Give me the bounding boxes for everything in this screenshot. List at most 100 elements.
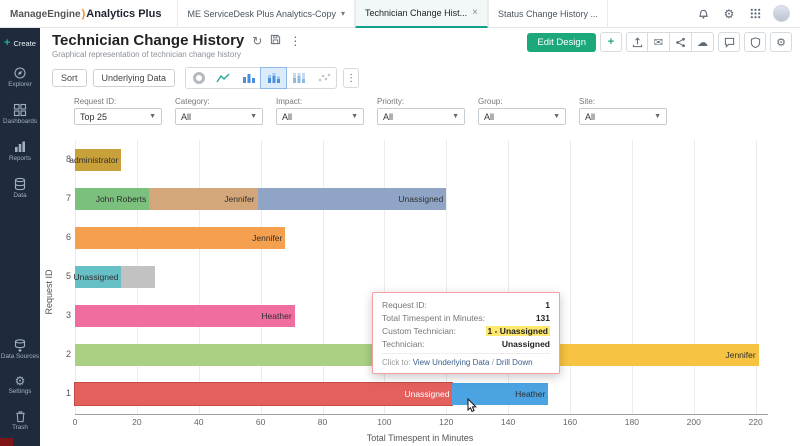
close-icon[interactable]: ×	[472, 7, 478, 18]
priority-select[interactable]: All ▼	[377, 108, 465, 125]
bar-segment[interactable]: administrator	[69, 148, 122, 171]
tab-technician-change-history[interactable]: Technician Change Hist... ×	[355, 0, 488, 28]
save-icon[interactable]	[270, 34, 281, 47]
bar-segment[interactable]: Unassigned	[257, 187, 447, 210]
gridline	[693, 140, 695, 414]
bar-segment-label: Jennifer	[252, 232, 283, 243]
y-category-label: 7	[65, 192, 71, 203]
sidebar-item-label: Explorer	[8, 81, 32, 88]
bottom-left-artifact	[0, 438, 13, 446]
tab-servicedesk-copy[interactable]: ME ServiceDesk Plus Analytics-Copy ▾	[177, 0, 356, 28]
app-logo: ManageEngine ) Analytics Plus	[0, 8, 171, 20]
bar-row: Jennifer	[75, 226, 286, 249]
tooltip-row: Custom Technician: 1 - Unassigned	[382, 326, 550, 336]
x-tick-label: 180	[624, 417, 639, 427]
request-id-select[interactable]: Top 25 ▼	[74, 108, 162, 125]
sort-button[interactable]: Sort	[52, 69, 87, 87]
gridline	[631, 140, 633, 414]
bar-segment[interactable]: Heather	[75, 305, 295, 328]
scatter-chart-icon[interactable]	[311, 68, 336, 88]
tooltip-label: Technician:	[382, 339, 425, 349]
sidebar-item-trash[interactable]: Trash	[0, 410, 40, 432]
sidebar-item-data[interactable]: Data	[0, 177, 40, 200]
underlying-data-button[interactable]: Underlying Data	[92, 69, 176, 87]
sidebar-item-dashboards[interactable]: Dashboards	[0, 103, 40, 126]
y-category-label: 1	[65, 388, 71, 399]
comment-icon[interactable]	[718, 32, 740, 52]
trash-icon	[15, 411, 25, 423]
tab-label: Status Change History ...	[497, 8, 598, 19]
x-tick-label: 120	[439, 417, 454, 427]
header-actions: Edit Design + ✉ ☁ ⚙	[527, 32, 792, 52]
tab-status-change-history[interactable]: Status Change History ...	[487, 0, 608, 28]
stacked-bar-chart-icon[interactable]	[260, 67, 288, 89]
filter-site: Site: All ▼	[579, 97, 667, 125]
avatar[interactable]	[773, 5, 790, 22]
more-chart-types-icon[interactable]: ⋮	[343, 68, 360, 88]
bar-segment[interactable]: Jennifer	[75, 226, 286, 249]
filter-label: Priority:	[377, 97, 405, 106]
bar-row: Heather	[75, 305, 295, 328]
sidebar-item-reports[interactable]: Reports	[0, 140, 40, 163]
bar-segment-label: Jennifer	[224, 193, 255, 204]
edit-design-button[interactable]: Edit Design	[527, 32, 596, 52]
y-category-label: 2	[65, 349, 71, 360]
bar-segment[interactable]: Jennifer	[149, 187, 258, 210]
more-options-icon[interactable]: ⋮	[289, 35, 301, 47]
gear-icon[interactable]: ⚙	[721, 6, 737, 22]
email-icon[interactable]: ✉	[648, 32, 670, 52]
bar-segment[interactable]: Unassigned	[73, 266, 122, 288]
line-chart-icon[interactable]	[211, 68, 236, 88]
bar-segment-label: Unassigned	[73, 272, 119, 282]
topbar: ManageEngine ) Analytics Plus ME Service…	[0, 0, 800, 28]
category-select[interactable]: All ▼	[175, 108, 263, 125]
tab-label: Technician Change Hist...	[365, 7, 468, 18]
export-icon[interactable]	[626, 32, 648, 52]
filter-category: Category: All ▼	[175, 97, 263, 125]
publish-cloud-icon[interactable]: ☁	[692, 32, 714, 52]
filters-bar: Request ID: Top 25 ▼ Category: All ▼ Impac…	[74, 97, 800, 125]
share-icon[interactable]	[670, 32, 692, 52]
tooltip-footer-prefix: Click to:	[382, 358, 411, 367]
create-button[interactable]: + Create	[4, 37, 36, 49]
bar-segment[interactable]: Unassigned	[73, 382, 454, 407]
chevron-down-icon[interactable]: ▾	[341, 9, 345, 18]
impact-select[interactable]: All ▼	[276, 108, 364, 125]
settings-icon[interactable]: ⚙	[770, 32, 792, 52]
bar-segment[interactable]: John Roberts	[75, 187, 150, 210]
filter-priority: Priority: All ▼	[377, 97, 465, 125]
view-underlying-data-link[interactable]: View Underlying Data	[413, 358, 490, 367]
bar-row: John Roberts Jennifer Unassigned	[75, 187, 447, 210]
filter-value: All	[585, 111, 596, 122]
y-category-label: 5	[65, 271, 71, 281]
doughnut-chart-icon[interactable]	[186, 68, 211, 88]
sidebar-item-explorer[interactable]: Explorer	[0, 66, 40, 89]
x-tick-label: 160	[562, 417, 578, 427]
bar-chart-icon[interactable]	[236, 68, 261, 88]
x-tick-label: 40	[194, 417, 204, 427]
gridline	[198, 140, 200, 414]
tooltip-label: Total Timespent in Minutes:	[382, 313, 485, 323]
group-select[interactable]: All ▼	[478, 108, 566, 125]
workspace-tabs: ME ServiceDesk Plus Analytics-Copy ▾ Tec…	[177, 0, 608, 28]
site-select[interactable]: All ▼	[579, 108, 667, 125]
page-title: Technician Change History	[52, 32, 245, 49]
apps-grid-icon[interactable]	[747, 6, 763, 22]
add-icon[interactable]: +	[600, 32, 622, 52]
sidebar: + Create Explorer Dashboards Reports Dat…	[0, 28, 40, 446]
stacked-100-bar-chart-icon[interactable]	[286, 68, 311, 88]
report-header: Technician Change History ↻ ⋮ Graphical …	[40, 28, 800, 64]
plus-icon: +	[4, 37, 11, 49]
drill-down-link[interactable]: Drill Down	[496, 358, 532, 367]
alerts-icon[interactable]	[744, 32, 766, 52]
tab-label: ME ServiceDesk Plus Analytics-Copy	[187, 8, 337, 19]
sidebar-item-settings[interactable]: ⚙ Settings	[0, 375, 40, 396]
sidebar-item-label: Dashboards	[3, 117, 37, 125]
sidebar-item-data-sources[interactable]: Data Sources	[0, 338, 40, 361]
chevron-down-icon: ▼	[351, 113, 358, 120]
refresh-icon[interactable]: ↻	[252, 35, 262, 47]
settings-gear-icon: ⚙	[14, 374, 26, 389]
bar-segment[interactable]	[121, 266, 156, 288]
bell-icon[interactable]	[695, 6, 711, 22]
filter-label: Request ID:	[74, 97, 117, 106]
